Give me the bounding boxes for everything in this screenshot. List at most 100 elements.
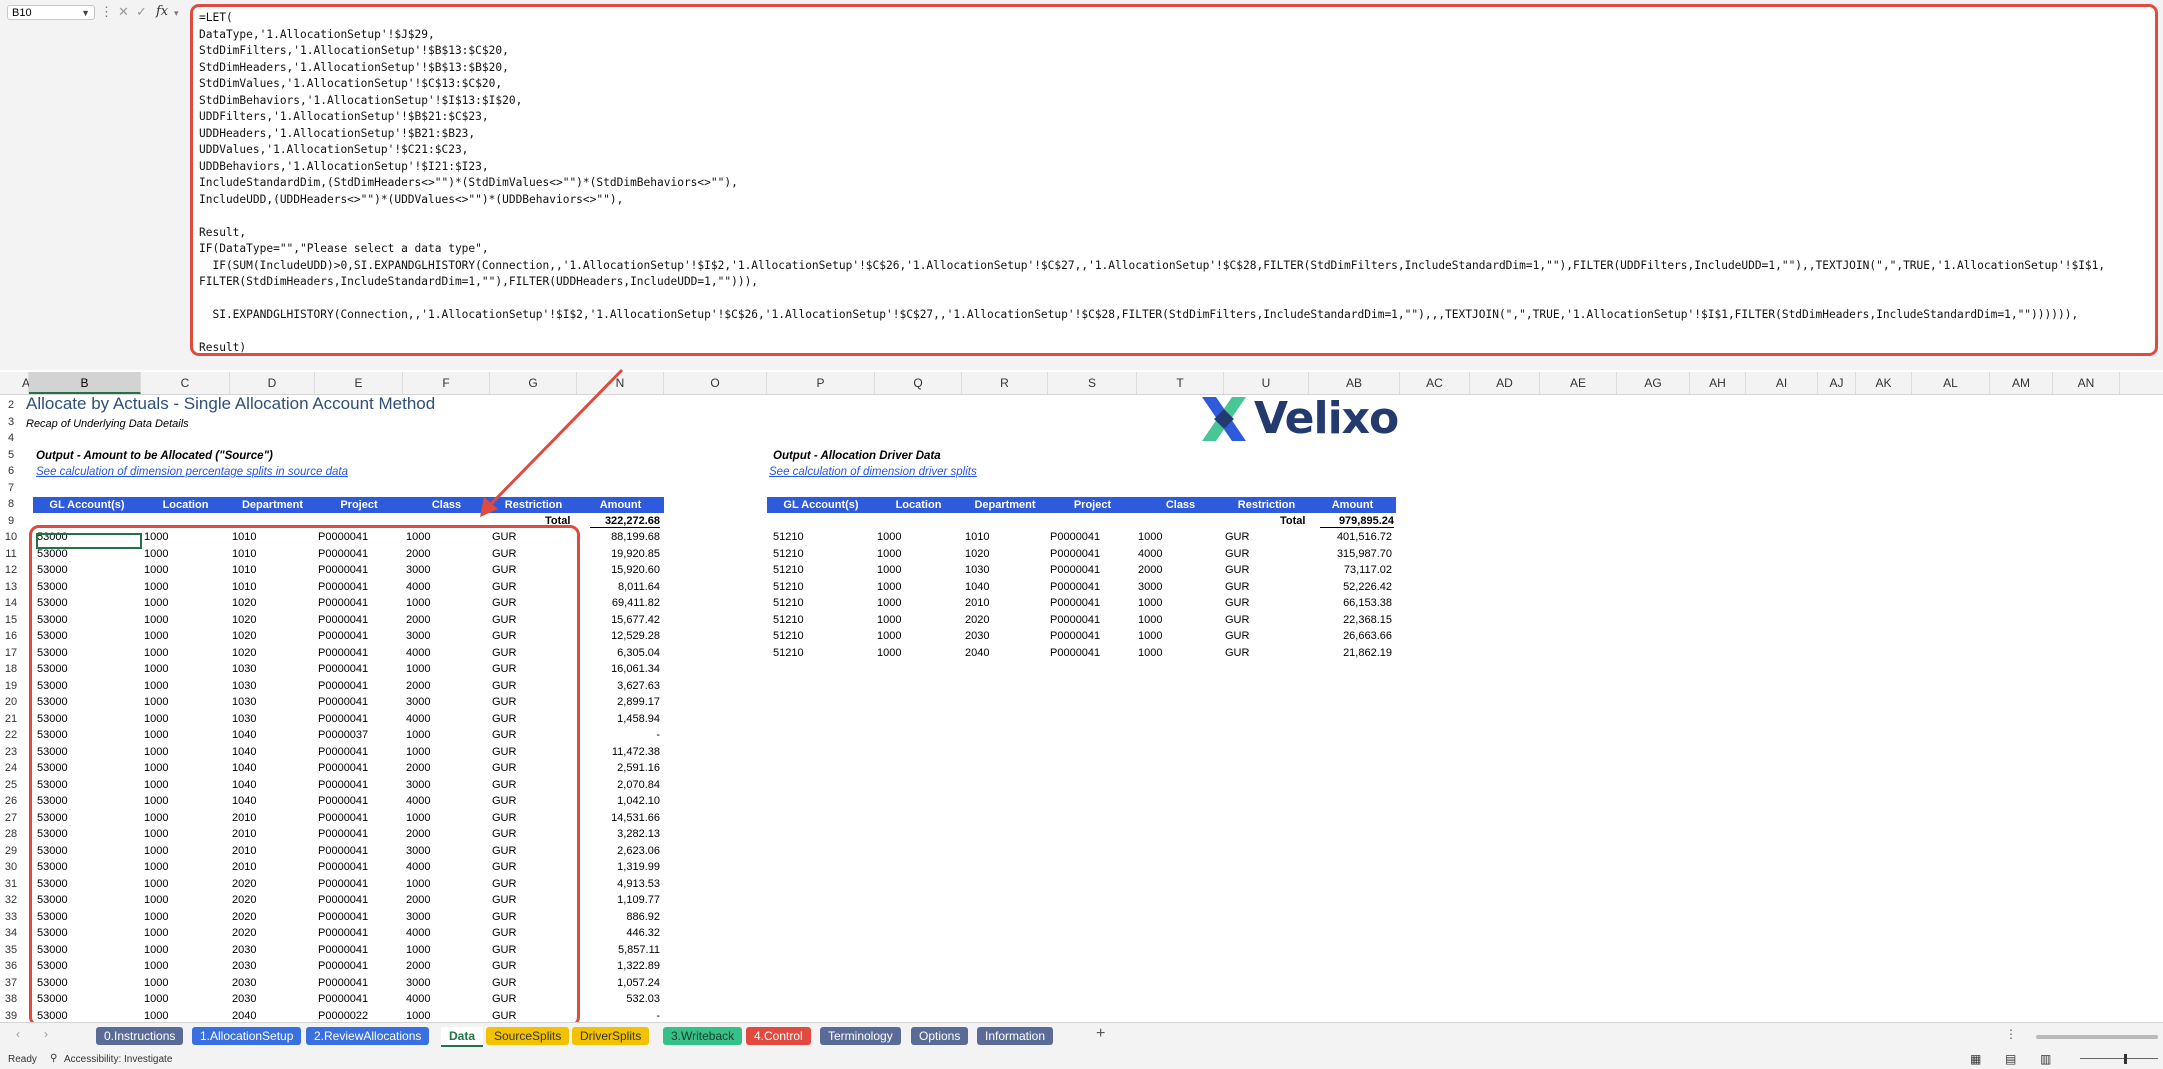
amount-cell[interactable]: 73,117.02: [1318, 564, 1392, 576]
department-cell[interactable]: 2020: [232, 878, 256, 890]
restriction-cell[interactable]: GUR: [492, 861, 516, 873]
column-header[interactable]: AC: [1400, 372, 1470, 394]
restriction-cell[interactable]: GUR: [492, 762, 516, 774]
gl-account-cell[interactable]: 53000: [37, 680, 68, 692]
location-cell[interactable]: 1000: [144, 795, 168, 807]
department-cell[interactable]: 1030: [232, 663, 256, 675]
class-cell[interactable]: 3000: [406, 845, 430, 857]
gl-account-cell[interactable]: 53000: [37, 878, 68, 890]
row-header[interactable]: 17: [0, 645, 22, 662]
restriction-cell[interactable]: GUR: [1225, 630, 1249, 642]
class-cell[interactable]: 2000: [406, 762, 430, 774]
row-header[interactable]: 30: [0, 859, 22, 876]
gl-account-header[interactable]: GL Account(s): [767, 497, 875, 513]
tab-sourcesplits[interactable]: SourceSplits: [486, 1027, 570, 1045]
cancel-icon[interactable]: ✕: [118, 4, 129, 20]
column-header[interactable]: AK: [1856, 372, 1912, 394]
amount-cell[interactable]: 446.32: [590, 927, 660, 939]
department-cell[interactable]: 1010: [232, 564, 256, 576]
department-cell[interactable]: 1020: [232, 647, 256, 659]
restriction-cell[interactable]: GUR: [492, 1010, 516, 1022]
source-splits-link[interactable]: See calculation of dimension percentage …: [36, 466, 348, 478]
gl-account-cell[interactable]: 51210: [773, 564, 804, 576]
class-cell[interactable]: 1000: [1138, 597, 1162, 609]
column-header[interactable]: B: [29, 372, 141, 394]
restriction-cell[interactable]: GUR: [492, 795, 516, 807]
restriction-cell[interactable]: GUR: [492, 977, 516, 989]
column-header[interactable]: N: [577, 372, 664, 394]
amount-header[interactable]: Amount: [577, 497, 664, 513]
department-cell[interactable]: 2010: [965, 597, 989, 609]
gl-account-cell[interactable]: 53000: [37, 894, 68, 906]
column-header[interactable]: AB: [1309, 372, 1400, 394]
column-header[interactable]: AM: [1990, 372, 2053, 394]
driver-splits-link[interactable]: See calculation of dimension driver spli…: [769, 466, 977, 478]
restriction-cell[interactable]: GUR: [492, 696, 516, 708]
department-cell[interactable]: 2010: [232, 861, 256, 873]
restriction-header[interactable]: Restriction: [1224, 497, 1309, 513]
location-cell[interactable]: 1000: [144, 944, 168, 956]
location-cell[interactable]: 1000: [144, 630, 168, 642]
column-header[interactable]: AI: [1746, 372, 1818, 394]
location-cell[interactable]: 1000: [144, 713, 168, 725]
gl-account-cell[interactable]: 53000: [37, 762, 68, 774]
location-header[interactable]: Location: [875, 497, 962, 513]
gl-account-header[interactable]: GL Account(s): [33, 497, 141, 513]
restriction-cell[interactable]: GUR: [492, 564, 516, 576]
expand-formula-icon[interactable]: ▾: [174, 8, 179, 19]
amount-cell[interactable]: 16,061.34: [590, 663, 660, 675]
more-icon[interactable]: ⋮: [2005, 1027, 2017, 1041]
location-cell[interactable]: 1000: [144, 597, 168, 609]
amount-cell[interactable]: 1,042.10: [590, 795, 660, 807]
class-header[interactable]: Class: [1137, 497, 1224, 513]
location-cell[interactable]: 1000: [144, 762, 168, 774]
gl-account-cell[interactable]: 53000: [37, 828, 68, 840]
location-cell[interactable]: 1000: [144, 746, 168, 758]
row-header[interactable]: 11: [0, 546, 22, 563]
tab-options[interactable]: Options: [911, 1027, 969, 1045]
column-header[interactable]: S: [1048, 372, 1137, 394]
department-cell[interactable]: 1010: [232, 548, 256, 560]
amount-cell[interactable]: 69,411.82: [590, 597, 660, 609]
class-cell[interactable]: 4000: [406, 861, 430, 873]
row-header[interactable]: 35: [0, 942, 22, 959]
restriction-cell[interactable]: GUR: [492, 944, 516, 956]
location-cell[interactable]: 1000: [144, 911, 168, 923]
project-cell[interactable]: P0000041: [318, 812, 368, 824]
row-header[interactable]: 3: [0, 414, 22, 431]
class-cell[interactable]: 1000: [1138, 630, 1162, 642]
location-cell[interactable]: 1000: [144, 993, 168, 1005]
restriction-cell[interactable]: GUR: [492, 845, 516, 857]
gl-account-cell[interactable]: 53000: [37, 581, 68, 593]
column-header[interactable]: P: [767, 372, 875, 394]
row-header[interactable]: 24: [0, 760, 22, 777]
class-cell[interactable]: 1000: [406, 729, 430, 741]
department-cell[interactable]: 1040: [232, 762, 256, 774]
location-cell[interactable]: 1000: [877, 564, 901, 576]
class-cell[interactable]: 3000: [406, 779, 430, 791]
department-cell[interactable]: 1040: [232, 729, 256, 741]
gl-account-cell[interactable]: 53000: [37, 630, 68, 642]
restriction-cell[interactable]: GUR: [492, 779, 516, 791]
project-cell[interactable]: P0000041: [318, 762, 368, 774]
project-cell[interactable]: P0000041: [1050, 564, 1100, 576]
gl-account-cell[interactable]: 53000: [37, 977, 68, 989]
project-cell[interactable]: P0000041: [318, 944, 368, 956]
amount-cell[interactable]: 532.03: [590, 993, 660, 1005]
row-header[interactable]: 9: [0, 513, 22, 530]
project-cell[interactable]: P0000041: [318, 779, 368, 791]
class-cell[interactable]: 3000: [406, 977, 430, 989]
tab-0-instructions[interactable]: 0.Instructions: [96, 1027, 184, 1045]
active-cell-selection[interactable]: [36, 533, 142, 549]
class-cell[interactable]: 3000: [406, 630, 430, 642]
department-cell[interactable]: 1020: [232, 614, 256, 626]
class-cell[interactable]: 4000: [406, 927, 430, 939]
department-cell[interactable]: 2030: [232, 944, 256, 956]
row-header[interactable]: 32: [0, 892, 22, 909]
column-header[interactable]: A: [22, 372, 30, 394]
accessibility-status[interactable]: Accessibility: Investigate: [64, 1054, 172, 1065]
restriction-cell[interactable]: GUR: [1225, 647, 1249, 659]
project-header[interactable]: Project: [1048, 497, 1137, 513]
class-cell[interactable]: 3000: [406, 696, 430, 708]
restriction-cell[interactable]: GUR: [492, 548, 516, 560]
